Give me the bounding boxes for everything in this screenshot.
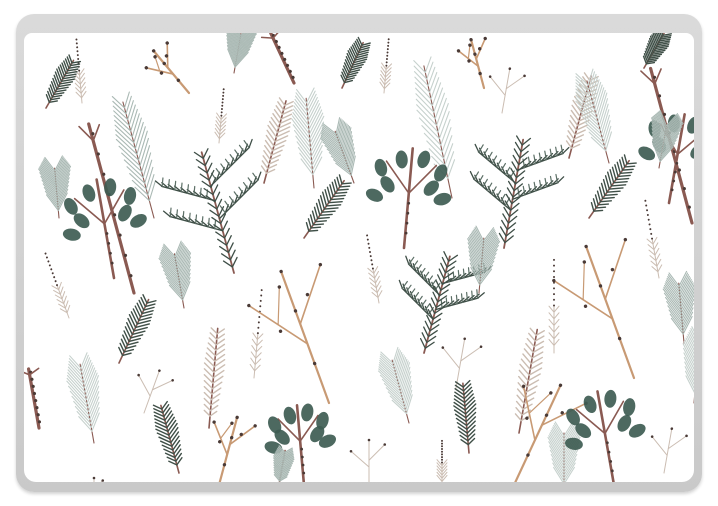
pine-branch-icon [152, 400, 183, 474]
bare-twig-icon [212, 415, 257, 482]
sage-frond-icon [320, 117, 356, 184]
pine-branch-icon [453, 379, 477, 454]
sage-frond-icon [225, 33, 259, 74]
pine-branch-icon [340, 36, 371, 89]
dotted-stem-icon [548, 258, 560, 354]
bare-twig-icon [247, 262, 331, 405]
bare-twig-icon [441, 337, 483, 389]
sage-frond-icon [575, 68, 612, 164]
dotted-stem-icon [214, 88, 228, 144]
fir-sprig-icon [154, 138, 262, 274]
product-preview [0, 0, 718, 506]
skin-artwork [24, 33, 694, 482]
pine-branch-icon [45, 54, 82, 109]
berry-twig-icon [24, 367, 42, 430]
berry-twig-icon [260, 33, 296, 85]
dotted-stem-icon [379, 38, 393, 94]
pine-branch-icon [260, 97, 294, 184]
bare-twig-icon [92, 476, 105, 482]
bare-twig-icon [488, 67, 526, 114]
sage-frond-icon [651, 109, 684, 169]
dotted-stem-icon [436, 439, 448, 482]
pine-branch-icon [203, 327, 226, 429]
pine-branch-icon [642, 33, 673, 69]
eucalyptus-stem-icon [365, 147, 452, 250]
sage-frond-icon [111, 91, 156, 219]
pine-branch-icon [588, 154, 637, 219]
sage-frond-icon [66, 352, 100, 444]
bare-twig-icon [552, 237, 636, 380]
sage-frond-icon [377, 346, 413, 424]
pine-branch-icon [303, 174, 352, 239]
sage-frond-icon [291, 87, 325, 189]
sage-frond-icon [682, 326, 694, 404]
sage-frond-icon [158, 240, 192, 309]
eucalyptus-stem-icon [264, 403, 337, 482]
dotted-stem-icon [644, 199, 663, 279]
dotted-stem-icon [44, 252, 71, 319]
bare-twig-icon [349, 438, 387, 482]
dotted-stem-icon [73, 38, 87, 104]
dotted-stem-icon [366, 234, 383, 304]
sage-frond-icon [547, 421, 581, 482]
sage-frond-icon [467, 225, 501, 294]
bare-twig-icon [650, 427, 688, 474]
pine-branch-icon [118, 294, 157, 364]
dotted-stem-icon [249, 289, 264, 379]
botanical-pattern [24, 33, 694, 482]
bare-twig-icon [456, 36, 487, 90]
bare-twig-icon [144, 41, 191, 95]
eucalyptus-stem-icon [62, 178, 147, 280]
